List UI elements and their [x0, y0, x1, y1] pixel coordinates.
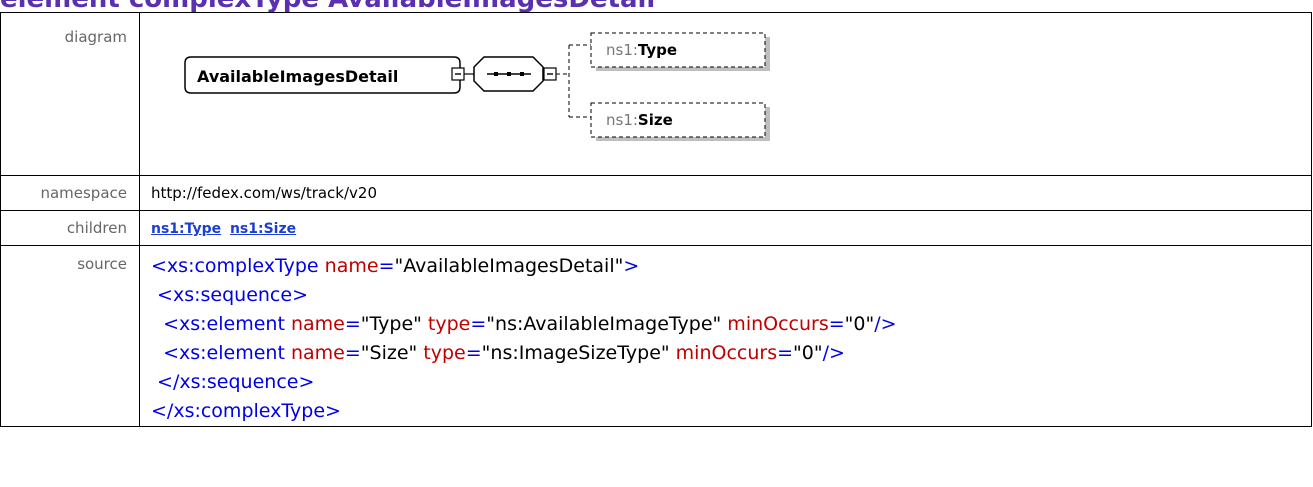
diagram-label: diagram: [0, 12, 140, 176]
collapse-root-icon[interactable]: [451, 67, 465, 81]
connector-lines: [556, 44, 591, 118]
child-link-size[interactable]: ns1:Size: [230, 221, 296, 237]
source-line: </xs:complexType>: [151, 400, 341, 422]
diagram-cell: AvailableImagesDetail ns1:Type ns1:Size: [139, 12, 1312, 176]
svg-text:ns1:Type: ns1:Type: [606, 41, 677, 59]
schema-diagram: AvailableImagesDetail ns1:Type ns1:Size: [184, 32, 770, 141]
source-code: <xs:complexType name="AvailableImagesDet…: [139, 245, 1312, 427]
source-line: </xs:sequence>: [157, 371, 315, 393]
root-element-box[interactable]: AvailableImagesDetail: [184, 56, 461, 94]
children-label: children: [0, 210, 140, 246]
source-line: <xs:complexType name="AvailableImagesDet…: [151, 255, 640, 277]
diagram-row: diagram AvailableImagesDetail ns1:Type n…: [0, 12, 1312, 176]
namespace-label: namespace: [0, 175, 140, 211]
source-label: source: [0, 245, 140, 427]
child-size-name: Size: [638, 111, 673, 129]
child-element-type-box[interactable]: ns1:Type: [590, 32, 770, 71]
child-type-prefix: ns1:: [606, 41, 638, 59]
source-line: <xs:element name="Size" type="ns:ImageSi…: [163, 342, 845, 364]
namespace-row: namespace http://fedex.com/ws/track/v20: [0, 175, 1312, 211]
namespace-value: http://fedex.com/ws/track/v20: [139, 175, 1312, 211]
child-link-type[interactable]: ns1:Type: [151, 221, 221, 237]
svg-text:ns1:Size: ns1:Size: [606, 111, 673, 129]
source-line: <xs:element name="Type" type="ns:Availab…: [163, 313, 897, 335]
properties-table: diagram AvailableImagesDetail ns1:Type n…: [0, 12, 1312, 427]
child-element-size-box[interactable]: ns1:Size: [590, 102, 770, 141]
sequence-compositor-icon[interactable]: [473, 56, 544, 92]
root-element-name: AvailableImagesDetail: [197, 67, 398, 86]
child-type-name: Type: [638, 41, 677, 59]
source-code-block: <xs:complexType name="AvailableImagesDet…: [151, 246, 1311, 426]
children-links: ns1:Type ns1:Size: [139, 210, 1312, 246]
source-row: source <xs:complexType name="AvailableIm…: [0, 245, 1312, 427]
collapse-sequence-icon[interactable]: [543, 67, 557, 81]
children-row: children ns1:Type ns1:Size: [0, 210, 1312, 246]
source-line: <xs:sequence>: [157, 284, 308, 306]
child-size-prefix: ns1:: [606, 111, 638, 129]
